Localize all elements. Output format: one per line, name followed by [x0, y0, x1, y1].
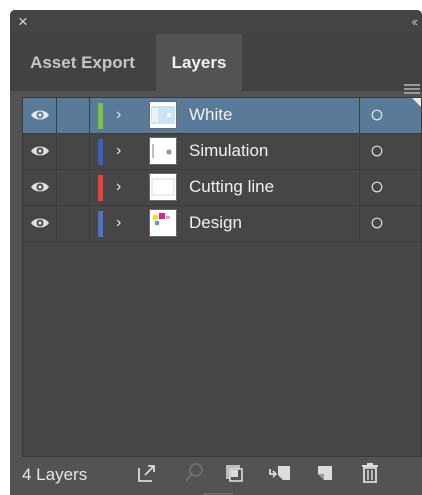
design-layer-thumbnail — [149, 209, 177, 237]
layer-row-cutting-line[interactable]: › Cutting line — [23, 170, 421, 206]
target-circle-icon[interactable] — [371, 109, 383, 121]
export-icon[interactable] — [135, 461, 159, 485]
selected-art-indicator — [412, 98, 421, 107]
layer-row-white[interactable]: › White — [23, 98, 421, 134]
expand-chevron-icon[interactable]: › — [116, 213, 121, 233]
tab-asset-export[interactable]: Asset Export — [10, 34, 155, 91]
layer-row-simulation[interactable]: › Simulation — [23, 134, 421, 170]
layer-count: 4 Layers — [22, 465, 88, 484]
layer-name[interactable]: Cutting line — [189, 176, 274, 198]
panel-menu-icon[interactable] — [404, 84, 420, 94]
clipping-mask-icon[interactable] — [222, 461, 246, 485]
tab-layers[interactable]: Layers — [156, 34, 242, 91]
target-circle-icon[interactable] — [371, 181, 383, 193]
new-layer-icon[interactable] — [313, 461, 337, 485]
layer-name[interactable]: Design — [189, 212, 242, 234]
visibility-eye-icon[interactable] — [30, 179, 50, 195]
simulation-layer-thumbnail — [149, 137, 177, 165]
layers-list: › White › Simulation › Cutting line › De… — [22, 97, 422, 457]
tab-bar: Asset Export Layers — [10, 34, 422, 94]
visibility-eye-icon[interactable] — [30, 107, 50, 123]
locate-object-icon — [185, 463, 203, 482]
expand-chevron-icon[interactable]: › — [116, 177, 121, 197]
layer-color-swatch — [98, 103, 103, 129]
layer-row-design[interactable]: › Design — [23, 206, 421, 242]
layer-name[interactable]: Simulation — [189, 140, 268, 162]
visibility-eye-icon[interactable] — [30, 215, 50, 231]
white-layer-thumbnail — [149, 101, 177, 129]
layers-panel: × ‹‹ Asset Export Layers › White › Simul… — [10, 10, 422, 495]
collapse-panel-icon[interactable]: ‹‹ — [411, 13, 418, 31]
target-circle-icon[interactable] — [371, 217, 383, 229]
target-circle-icon[interactable] — [371, 145, 383, 157]
panel-footer: 4 Layers — [10, 457, 422, 495]
visibility-eye-icon[interactable] — [30, 143, 50, 159]
new-sublayer-icon[interactable] — [268, 461, 292, 485]
close-icon[interactable]: × — [18, 12, 28, 32]
layer-color-swatch — [98, 211, 103, 237]
cutting-line-layer-thumbnail — [149, 173, 177, 201]
delete-icon[interactable] — [358, 461, 382, 485]
layer-color-swatch — [98, 175, 103, 201]
expand-chevron-icon[interactable]: › — [116, 105, 121, 125]
layer-color-swatch — [98, 139, 103, 165]
layer-name[interactable]: White — [189, 104, 232, 126]
panel-title-bar: × ‹‹ — [10, 10, 422, 34]
expand-chevron-icon[interactable]: › — [116, 141, 121, 161]
